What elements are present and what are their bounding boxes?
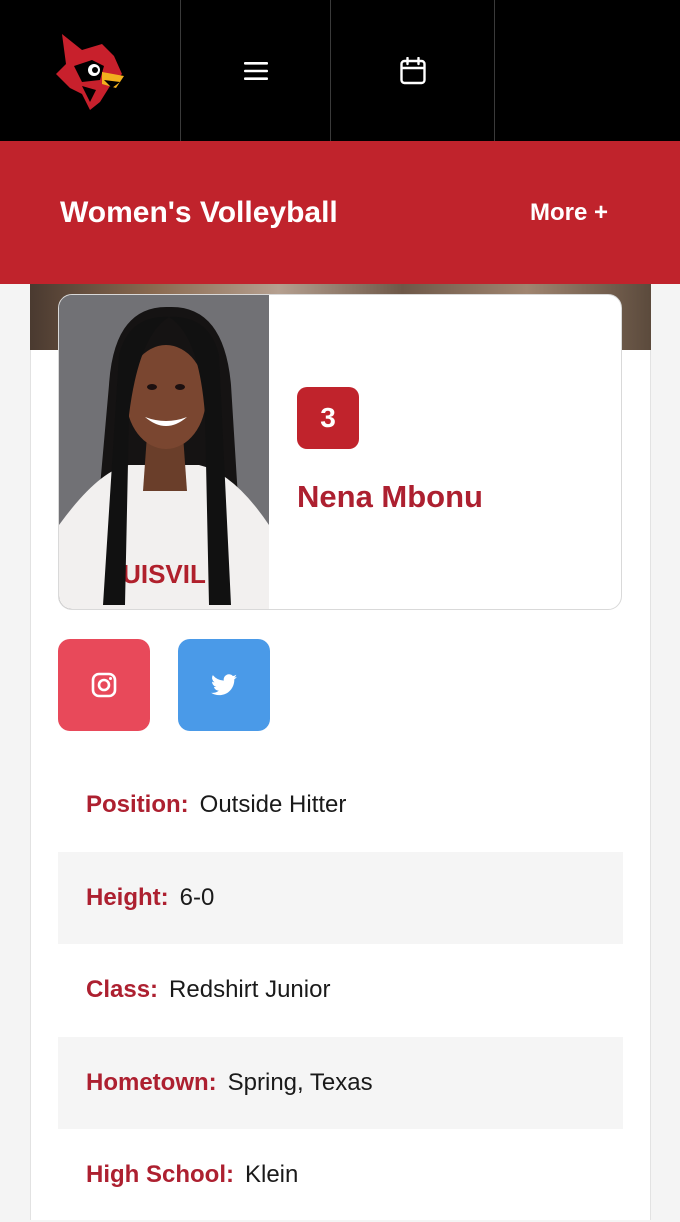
bio-label: High School: xyxy=(86,1161,234,1189)
sport-header: Women's Volleyball More + xyxy=(0,141,680,284)
bio-value: Outside Hitter xyxy=(199,791,347,819)
jersey-text: UISVIL xyxy=(122,559,206,589)
more-button[interactable]: More + xyxy=(530,199,608,227)
hamburger-menu-icon[interactable] xyxy=(243,61,268,81)
instagram-button[interactable] xyxy=(58,639,150,731)
player-card: UISVIL 3 Nena Mbonu xyxy=(58,294,622,610)
twitter-icon xyxy=(211,674,237,696)
player-bio: Position: Outside Hitter Height: 6-0 Cla… xyxy=(58,759,623,1222)
bio-row-hometown: Hometown: Spring, Texas xyxy=(58,1036,623,1129)
bio-row-height: Height: 6-0 xyxy=(58,851,623,944)
top-nav-bar xyxy=(0,0,680,141)
bio-value: Spring, Texas xyxy=(227,1068,373,1096)
bio-row-class: Class: Redshirt Junior xyxy=(58,944,623,1037)
bio-label: Hometown: xyxy=(86,1068,217,1096)
player-info: 3 Nena Mbonu xyxy=(269,295,621,609)
bio-value: Redshirt Junior xyxy=(169,976,331,1004)
bio-label: Class: xyxy=(86,976,159,1004)
sport-title: Women's Volleyball xyxy=(60,195,338,229)
bio-label: Position: xyxy=(86,791,189,819)
bio-value: 6-0 xyxy=(179,883,215,911)
calendar-icon[interactable] xyxy=(399,56,426,85)
player-headshot: UISVIL xyxy=(59,295,269,609)
bio-value: Klein xyxy=(244,1161,299,1189)
bio-row-high-school: High School: Klein xyxy=(58,1129,623,1222)
bio-row-position: Position: Outside Hitter xyxy=(58,759,623,852)
calendar-cell[interactable] xyxy=(331,0,495,141)
instagram-icon xyxy=(91,672,117,698)
cardinal-logo-icon[interactable] xyxy=(52,30,128,112)
bio-label: Height: xyxy=(86,883,169,911)
jersey-number-badge: 3 xyxy=(297,387,359,449)
twitter-button[interactable] xyxy=(178,639,270,731)
menu-cell[interactable] xyxy=(181,0,331,141)
logo-cell[interactable] xyxy=(0,0,181,141)
headshot-illustration: UISVIL xyxy=(59,295,269,609)
player-name: Nena Mbonu xyxy=(297,479,483,514)
